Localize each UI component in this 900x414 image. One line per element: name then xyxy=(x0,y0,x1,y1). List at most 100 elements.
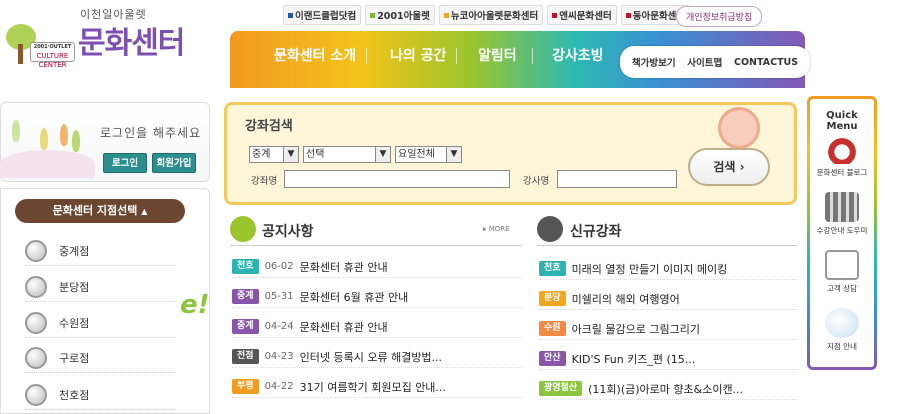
caret-up-icon: ▲ xyxy=(141,207,148,216)
branch-tag: 수원 xyxy=(539,321,566,336)
family-link-newcore[interactable]: 뉴코아아울렛문화센터 xyxy=(438,5,544,25)
nav-instructor-recruit[interactable]: 강사초빙 xyxy=(552,45,604,65)
quick-branch-info[interactable]: 지점 안내 xyxy=(812,308,872,352)
banner-text-fragment: e! xyxy=(180,290,210,320)
notice-row[interactable]: 부평 04-22 31기 여름학기 회원모집 안내... xyxy=(232,376,522,398)
bullet-icon xyxy=(288,12,293,18)
course-text: 미쉘리의 해외 여행영어 xyxy=(571,292,680,306)
course-name-label: 강좌명 xyxy=(251,176,278,187)
nav-notice-board[interactable]: 알림터 xyxy=(478,45,517,65)
branch-select[interactable]: 중계 ▼ xyxy=(249,146,299,163)
notice-text: 인터넷 등록시 오류 해결방법... xyxy=(299,350,443,364)
chevron-down-icon: ▼ xyxy=(446,147,461,162)
branch-item-suwon[interactable]: 수원점 xyxy=(25,308,175,338)
course-text: 아크릴 물감으로 그림그리기 xyxy=(571,322,700,336)
family-link-elandclub[interactable]: 이랜드클럽닷컴 xyxy=(283,5,362,25)
branch-item-junggye[interactable]: 중계점 xyxy=(25,236,175,266)
quick-customer-service[interactable]: 고객 상담 xyxy=(812,250,872,294)
branch-tag: 안산 xyxy=(539,351,566,366)
util-sitemap-link[interactable]: 사이트맵 xyxy=(687,55,722,69)
notice-text: 문화센터 휴관 안내 xyxy=(299,260,388,274)
notice-more-link[interactable]: ▸ MORE xyxy=(483,225,510,233)
course-search-title: 강좌검색 xyxy=(245,119,293,134)
hill-decoration xyxy=(0,150,95,178)
nav-divider xyxy=(532,48,533,64)
join-button[interactable]: 회원가입 xyxy=(152,153,196,173)
branch-tag: 중계 xyxy=(232,319,259,334)
coffee-cup-icon xyxy=(825,134,859,164)
nav-divider xyxy=(366,48,367,64)
course-name-input[interactable] xyxy=(284,170,510,188)
tree-decoration xyxy=(60,124,68,146)
bullet-icon xyxy=(625,12,631,18)
notice-date: 05-31 xyxy=(264,291,294,302)
logo-title: 문화센터 xyxy=(78,26,185,61)
nav-intro[interactable]: 문화센터 소개 xyxy=(274,45,356,65)
new-course-divider xyxy=(537,245,797,246)
notice-date: 04-22 xyxy=(264,381,294,392)
branch-item-cheonho[interactable]: 천호점 xyxy=(25,380,175,410)
course-text: (11회)(금)아로마 향초&소이캔... xyxy=(588,382,744,396)
util-bag-link[interactable]: 책가방보기 xyxy=(632,55,676,69)
course-row[interactable]: 광명철산 (11회)(금)아로마 향초&소이캔... xyxy=(539,378,797,400)
branch-icon xyxy=(25,383,47,406)
branch-icon xyxy=(25,239,47,262)
login-button[interactable]: 로그인 xyxy=(103,153,147,173)
branch-icon xyxy=(25,346,47,369)
family-link-2001outlet[interactable]: 2001아울렛 xyxy=(365,5,435,25)
logo[interactable]: 2001·OUTLET CULTURE CENTER 이천일아울렛 문화센터 xyxy=(0,0,200,80)
branch-item-guro[interactable]: 구로점 xyxy=(25,343,175,373)
util-contact-link[interactable]: CONTACTUS xyxy=(734,57,798,68)
branch-tag: 분당 xyxy=(539,291,566,306)
books-icon xyxy=(825,192,859,222)
family-link-nc[interactable]: 엔씨문화센터 xyxy=(547,5,617,25)
branch-select-button[interactable]: 문화센터 지점선택 ▲ xyxy=(15,199,185,223)
notice-row[interactable]: 중계 05-31 문화센터 6월 휴관 안내 xyxy=(232,286,522,308)
course-row[interactable]: 분당 미쉘리의 해외 여행영어 xyxy=(539,288,797,310)
chevron-down-icon: ▼ xyxy=(283,147,298,162)
notice-title: 공지사항 xyxy=(262,224,314,240)
day-select[interactable]: 요일전체 ▼ xyxy=(395,146,462,163)
branch-icon xyxy=(25,311,47,334)
new-course-title: 신규강좌 xyxy=(570,224,622,240)
course-row[interactable]: 안산 KID'S Fun 키즈_편 (15... xyxy=(539,348,797,370)
notice-divider xyxy=(230,245,522,246)
bullet-icon xyxy=(443,12,449,18)
search-button[interactable]: 검색 › xyxy=(688,148,770,186)
course-row[interactable]: 수원 아크릴 물감으로 그림그리기 xyxy=(539,318,797,340)
utility-menu: 책가방보기 사이트맵 CONTACTUS xyxy=(620,46,810,78)
house-icon xyxy=(230,216,256,242)
monitor-icon xyxy=(825,250,859,280)
tree-decoration xyxy=(72,130,80,152)
privacy-policy-link[interactable]: 개인정보취급방침 xyxy=(676,6,763,27)
notice-row[interactable]: 천호 06-02 문화센터 휴관 안내 xyxy=(232,256,522,278)
notice-row[interactable]: 중계 04-24 문화센터 휴관 안내 xyxy=(232,316,522,338)
new-course-icon xyxy=(537,216,563,242)
bullet-icon xyxy=(370,12,376,18)
notice-text: 문화센터 휴관 안내 xyxy=(299,320,388,334)
notice-text: 31기 여름학기 회원모집 안내... xyxy=(299,380,446,394)
branch-item-bundang[interactable]: 분당점 xyxy=(25,272,175,302)
globe-icon xyxy=(825,308,859,338)
bullet-icon xyxy=(552,12,558,18)
quick-course-guide[interactable]: 수강안내 도우미 xyxy=(812,192,872,236)
logo-badge: 2001·OUTLET CULTURE CENTER xyxy=(30,42,75,69)
branch-tag: 천호 xyxy=(232,259,259,274)
branch-tag: 광명철산 xyxy=(539,381,583,396)
course-text: 미래의 열정 만들기 이미지 메이킹 xyxy=(571,262,728,276)
chevron-right-icon: › xyxy=(739,160,745,174)
notice-date: 04-23 xyxy=(264,351,294,362)
quick-blog[interactable]: 문화센터 블로그 xyxy=(812,134,872,178)
family-site-links: 이랜드클럽닷컴 2001아울렛 뉴코아아울렛문화센터 엔씨문화센터 동아문화센터 xyxy=(283,5,691,25)
teacher-name-input[interactable] xyxy=(557,170,677,188)
tree-decoration xyxy=(40,128,48,150)
category-select[interactable]: 선택 ▼ xyxy=(303,146,391,163)
nav-my-space[interactable]: 나의 공간 xyxy=(390,45,446,65)
notice-text: 문화센터 6월 휴관 안내 xyxy=(299,290,409,304)
notice-date: 04-24 xyxy=(264,321,294,332)
branch-tag: 전점 xyxy=(232,349,259,364)
course-row[interactable]: 천호 미래의 열정 만들기 이미지 메이킹 xyxy=(539,258,797,280)
chevron-down-icon: ▼ xyxy=(375,147,390,162)
notice-row[interactable]: 전점 04-23 인터넷 등록시 오류 해결방법... xyxy=(232,346,522,368)
notice-date: 06-02 xyxy=(264,261,294,272)
